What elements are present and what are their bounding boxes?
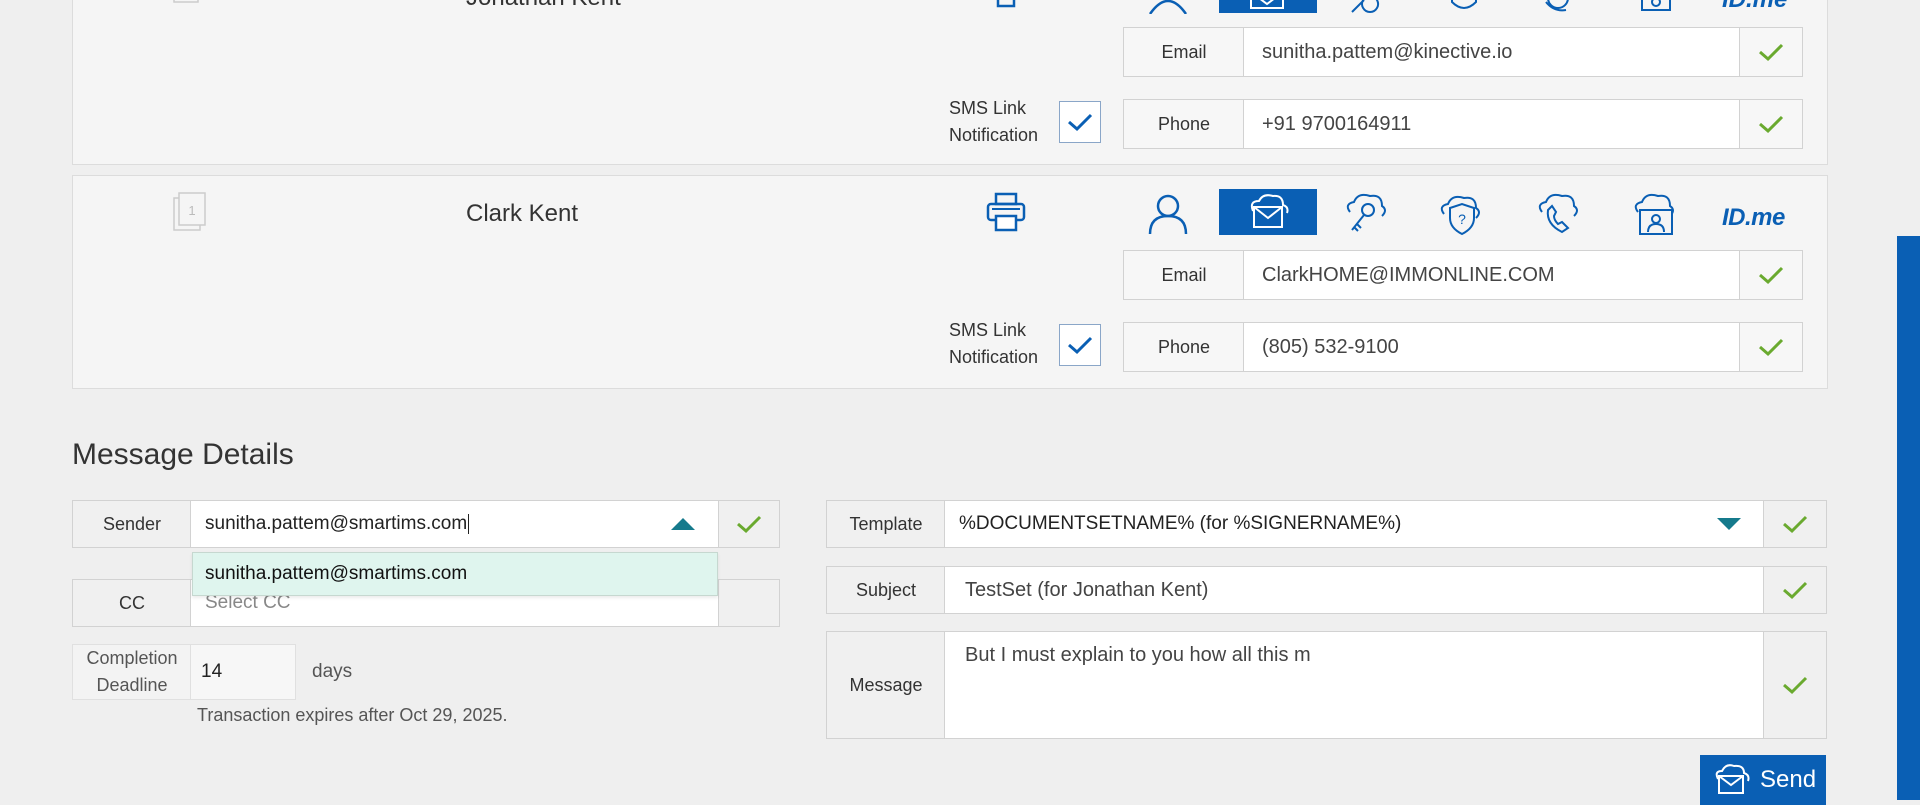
check-icon bbox=[1759, 115, 1784, 134]
message-textarea[interactable]: But I must explain to you how all this m bbox=[944, 631, 1765, 739]
message-label-cell: Message bbox=[826, 631, 946, 739]
shield-question-icon[interactable] bbox=[1442, 0, 1486, 14]
document-stack-icon: 1 bbox=[170, 190, 210, 234]
id-card-icon[interactable] bbox=[1634, 0, 1678, 14]
email-field[interactable]: sunitha.pattem@kinective.io bbox=[1243, 27, 1741, 77]
section-heading: Message Details bbox=[72, 438, 294, 471]
person-icon[interactable] bbox=[1146, 0, 1190, 14]
cloud-id-card-icon[interactable] bbox=[1630, 190, 1680, 238]
message-valid-check-cell bbox=[1763, 631, 1827, 739]
phone-label: Phone bbox=[1157, 336, 1211, 357]
phone-valid-check-cell bbox=[1739, 99, 1803, 149]
phone-label: Phone bbox=[1157, 113, 1211, 134]
template-valid-check-cell bbox=[1763, 500, 1827, 548]
email-label: Email bbox=[1161, 41, 1207, 62]
cc-label: CC bbox=[119, 592, 145, 613]
subject-label-cell: Subject bbox=[826, 566, 946, 614]
email-field[interactable]: ClarkHOME@IMMONLINE.COM bbox=[1243, 250, 1741, 300]
phone-label-cell: Phone bbox=[1123, 99, 1245, 149]
checkmark-icon bbox=[1068, 113, 1093, 132]
cloud-key-icon[interactable] bbox=[1340, 190, 1390, 238]
phone-valid-check-cell bbox=[1739, 322, 1803, 372]
template-label: Template bbox=[849, 513, 923, 534]
message-label: Message bbox=[849, 674, 923, 695]
cloud-phone-icon[interactable] bbox=[1532, 190, 1582, 238]
cloud-shield-question-icon[interactable]: ? bbox=[1436, 190, 1486, 238]
signer-name: Clark Kent bbox=[466, 200, 579, 227]
email-method-button-active[interactable] bbox=[1219, 0, 1317, 13]
deadline-label-cell: Completion Deadline bbox=[72, 644, 192, 700]
send-button[interactable]: Send bbox=[1700, 755, 1826, 805]
email-method-button-active[interactable] bbox=[1219, 189, 1317, 235]
sms-notification-checkbox[interactable] bbox=[1059, 101, 1101, 143]
email-label: Email bbox=[1161, 264, 1207, 285]
print-icon[interactable] bbox=[984, 190, 1028, 234]
scrollbar-thumb[interactable] bbox=[1897, 236, 1920, 800]
person-icon[interactable] bbox=[1146, 192, 1190, 236]
key-icon[interactable] bbox=[1346, 0, 1390, 14]
sender-label: Sender bbox=[102, 513, 162, 534]
cloud-mail-icon bbox=[1715, 764, 1750, 794]
deadline-unit: days bbox=[312, 661, 353, 682]
cc-label-cell: CC bbox=[72, 579, 192, 627]
check-icon bbox=[1783, 581, 1808, 600]
email-label-cell: Email bbox=[1123, 27, 1245, 77]
expires-text: Transaction expires after Oct 29, 2025. bbox=[197, 705, 508, 725]
check-icon bbox=[1759, 266, 1784, 285]
document-stack-icon bbox=[172, 0, 208, 12]
check-icon bbox=[1783, 515, 1808, 534]
svg-text:?: ? bbox=[1458, 211, 1466, 227]
cloud-mail-icon bbox=[1250, 194, 1289, 228]
deadline-days-input[interactable]: 14 bbox=[190, 644, 296, 700]
subject-valid-check-cell bbox=[1763, 566, 1827, 614]
subject-label: Subject bbox=[855, 579, 917, 600]
sms-link-label: SMS Link Notification bbox=[949, 320, 1039, 367]
check-icon bbox=[1783, 676, 1808, 695]
sender-valid-check-cell bbox=[718, 500, 780, 548]
template-label-cell: Template bbox=[826, 500, 946, 548]
sender-dropdown-option[interactable]: sunitha.pattem@smartims.com bbox=[192, 552, 718, 596]
phone-cloud-icon[interactable] bbox=[1536, 0, 1580, 14]
cc-check-cell bbox=[718, 579, 780, 627]
idme-logo[interactable]: ID.me bbox=[1722, 0, 1787, 10]
caret-up-icon[interactable] bbox=[666, 510, 700, 538]
sender-label-cell: Sender bbox=[72, 500, 192, 548]
signer-name: Jonathan Kent bbox=[466, 0, 621, 12]
check-icon bbox=[737, 515, 762, 534]
template-select[interactable]: %DOCUMENTSETNAME% (for %SIGNERNAME%) bbox=[944, 500, 1765, 548]
email-label-cell: Email bbox=[1123, 250, 1245, 300]
sms-link-label: SMS Link Notification bbox=[949, 98, 1039, 145]
check-icon bbox=[1759, 338, 1784, 357]
checkmark-icon bbox=[1068, 336, 1093, 355]
phone-field[interactable]: +91 9700164911 bbox=[1243, 99, 1741, 149]
email-valid-check-cell bbox=[1739, 27, 1803, 77]
print-icon[interactable] bbox=[988, 0, 1024, 12]
subject-input[interactable]: TestSet (for Jonathan Kent) bbox=[944, 566, 1765, 614]
sender-input[interactable]: sunitha.pattem@smartims.com bbox=[190, 500, 720, 548]
phone-label-cell: Phone bbox=[1123, 322, 1245, 372]
phone-field[interactable]: (805) 532-9100 bbox=[1243, 322, 1741, 372]
sms-notification-checkbox[interactable] bbox=[1059, 324, 1101, 366]
check-icon bbox=[1759, 43, 1784, 62]
idme-logo[interactable]: ID.me bbox=[1722, 204, 1785, 232]
svg-text:1: 1 bbox=[188, 203, 195, 218]
email-valid-check-cell bbox=[1739, 250, 1803, 300]
caret-down-icon[interactable] bbox=[1712, 510, 1746, 538]
